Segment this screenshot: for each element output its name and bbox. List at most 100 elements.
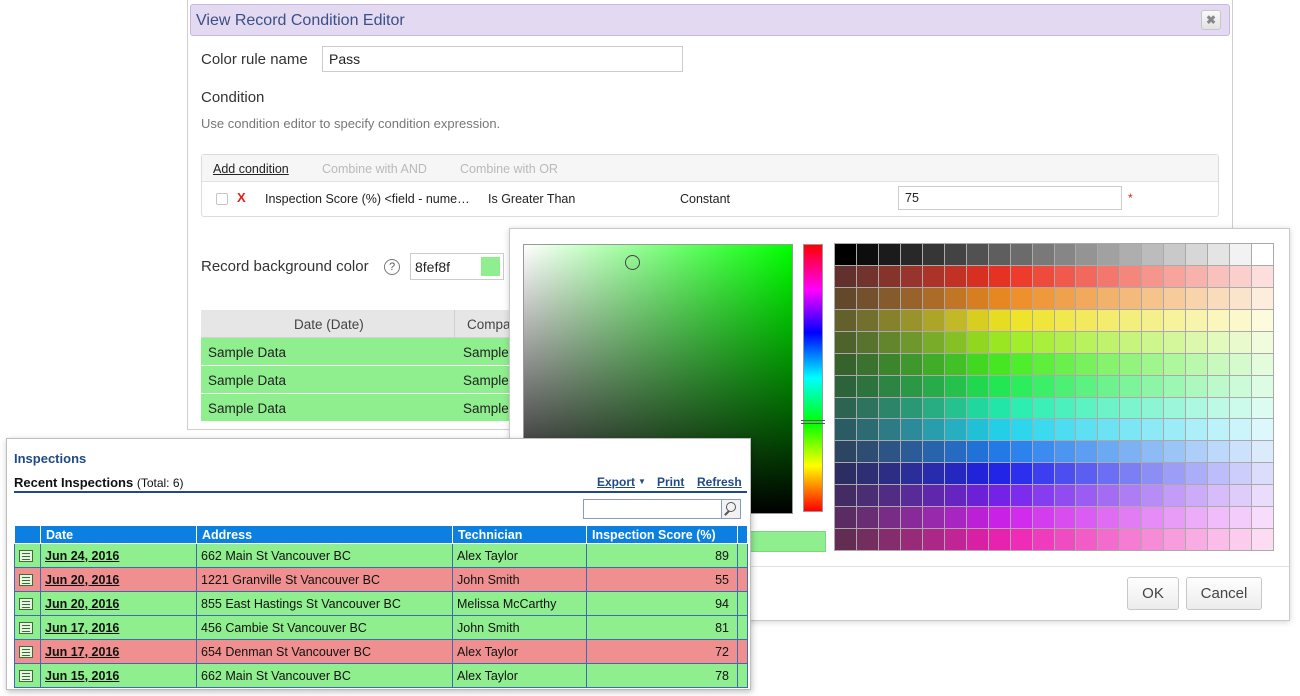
color-swatch[interactable] bbox=[1230, 419, 1252, 441]
color-swatch[interactable] bbox=[900, 397, 922, 419]
color-swatch[interactable] bbox=[1252, 441, 1273, 463]
color-swatch[interactable] bbox=[1252, 265, 1273, 287]
add-condition-link[interactable]: Add condition bbox=[213, 162, 289, 176]
color-swatch[interactable] bbox=[1186, 463, 1208, 485]
color-swatch[interactable] bbox=[1186, 287, 1208, 309]
color-swatch[interactable] bbox=[966, 397, 988, 419]
color-swatch[interactable] bbox=[1142, 463, 1164, 485]
color-swatch[interactable] bbox=[1186, 309, 1208, 331]
color-swatch[interactable] bbox=[1142, 244, 1164, 265]
color-swatch[interactable] bbox=[966, 441, 988, 463]
color-swatch[interactable] bbox=[1010, 287, 1032, 309]
color-swatch[interactable] bbox=[1098, 244, 1120, 265]
color-swatch[interactable] bbox=[1208, 265, 1230, 287]
color-swatch[interactable] bbox=[922, 265, 944, 287]
color-swatch[interactable] bbox=[835, 244, 856, 265]
color-swatch[interactable] bbox=[878, 244, 900, 265]
color-swatch[interactable] bbox=[1164, 244, 1186, 265]
color-swatch[interactable] bbox=[944, 353, 966, 375]
color-swatch[interactable] bbox=[1098, 485, 1120, 507]
record-icon-cell[interactable] bbox=[14, 615, 41, 640]
color-swatch[interactable] bbox=[1208, 441, 1230, 463]
record-icon[interactable] bbox=[19, 550, 33, 563]
color-swatch[interactable] bbox=[922, 397, 944, 419]
color-swatch[interactable] bbox=[1098, 463, 1120, 485]
color-swatch[interactable] bbox=[1010, 419, 1032, 441]
color-swatch[interactable] bbox=[1054, 485, 1076, 507]
color-swatch[interactable] bbox=[835, 419, 856, 441]
color-swatch[interactable] bbox=[1032, 353, 1054, 375]
color-swatch[interactable] bbox=[1142, 441, 1164, 463]
color-swatch[interactable] bbox=[1164, 353, 1186, 375]
color-swatch[interactable] bbox=[835, 529, 856, 550]
color-swatch[interactable] bbox=[1010, 529, 1032, 550]
color-swatch[interactable] bbox=[1032, 529, 1054, 550]
color-swatch[interactable] bbox=[900, 244, 922, 265]
color-swatch[interactable] bbox=[944, 309, 966, 331]
column-header-technician[interactable]: Technician bbox=[452, 525, 587, 544]
color-swatch[interactable] bbox=[1208, 244, 1230, 265]
color-swatch[interactable] bbox=[922, 375, 944, 397]
color-swatch[interactable] bbox=[1230, 309, 1252, 331]
color-swatch[interactable] bbox=[1186, 529, 1208, 550]
color-swatch[interactable] bbox=[1120, 375, 1142, 397]
color-swatch[interactable] bbox=[1186, 331, 1208, 353]
color-swatch[interactable] bbox=[966, 244, 988, 265]
color-swatch[interactable] bbox=[1098, 441, 1120, 463]
color-swatch[interactable] bbox=[1208, 375, 1230, 397]
color-swatch[interactable] bbox=[1186, 485, 1208, 507]
color-swatch[interactable] bbox=[835, 485, 856, 507]
color-swatch[interactable] bbox=[1054, 397, 1076, 419]
color-swatch[interactable] bbox=[988, 529, 1010, 550]
color-swatch[interactable] bbox=[1164, 507, 1186, 529]
color-cursor-handle[interactable] bbox=[625, 255, 640, 270]
color-swatch[interactable] bbox=[1010, 265, 1032, 287]
color-swatch[interactable] bbox=[1010, 441, 1032, 463]
color-swatch[interactable] bbox=[1230, 463, 1252, 485]
color-swatch[interactable] bbox=[1252, 485, 1273, 507]
color-swatch[interactable] bbox=[1098, 331, 1120, 353]
color-swatch[interactable] bbox=[1120, 419, 1142, 441]
color-swatch[interactable] bbox=[1208, 309, 1230, 331]
color-swatch[interactable] bbox=[856, 287, 878, 309]
color-swatch[interactable] bbox=[1208, 397, 1230, 419]
color-swatch[interactable] bbox=[1098, 353, 1120, 375]
refresh-link[interactable]: Refresh bbox=[697, 475, 742, 489]
color-swatch[interactable] bbox=[922, 507, 944, 529]
record-icon[interactable] bbox=[19, 670, 33, 683]
hue-slider-handle[interactable] bbox=[801, 420, 825, 424]
color-swatch[interactable] bbox=[1076, 485, 1098, 507]
date-cell[interactable]: Jun 15, 2016 bbox=[40, 663, 197, 688]
color-swatch[interactable] bbox=[1120, 529, 1142, 550]
color-swatch[interactable] bbox=[1032, 309, 1054, 331]
color-swatch[interactable] bbox=[1142, 287, 1164, 309]
color-swatch[interactable] bbox=[900, 287, 922, 309]
color-swatch[interactable] bbox=[856, 331, 878, 353]
color-swatch[interactable] bbox=[900, 353, 922, 375]
color-swatch[interactable] bbox=[1230, 485, 1252, 507]
color-swatch[interactable] bbox=[900, 507, 922, 529]
color-swatch[interactable] bbox=[1252, 244, 1273, 265]
color-swatch[interactable] bbox=[1076, 331, 1098, 353]
color-swatch[interactable] bbox=[1032, 331, 1054, 353]
color-swatch[interactable] bbox=[900, 529, 922, 550]
color-swatch[interactable] bbox=[1010, 463, 1032, 485]
color-swatch[interactable] bbox=[1010, 485, 1032, 507]
color-swatch[interactable] bbox=[944, 463, 966, 485]
color-swatch[interactable] bbox=[1142, 485, 1164, 507]
color-swatch[interactable] bbox=[1098, 375, 1120, 397]
color-swatch[interactable] bbox=[988, 419, 1010, 441]
color-swatch[interactable] bbox=[1142, 529, 1164, 550]
column-header-address[interactable]: Address bbox=[196, 525, 453, 544]
color-swatch[interactable] bbox=[1076, 463, 1098, 485]
color-swatch-grid[interactable] bbox=[834, 243, 1274, 551]
color-swatch[interactable] bbox=[1208, 485, 1230, 507]
color-swatch[interactable] bbox=[966, 375, 988, 397]
color-swatch[interactable] bbox=[1142, 375, 1164, 397]
color-swatch[interactable] bbox=[944, 287, 966, 309]
color-swatch[interactable] bbox=[944, 507, 966, 529]
color-swatch[interactable] bbox=[1120, 353, 1142, 375]
hue-slider[interactable] bbox=[801, 244, 825, 512]
color-swatch[interactable] bbox=[1252, 375, 1273, 397]
background-color-input[interactable]: 8fef8f bbox=[410, 253, 504, 280]
